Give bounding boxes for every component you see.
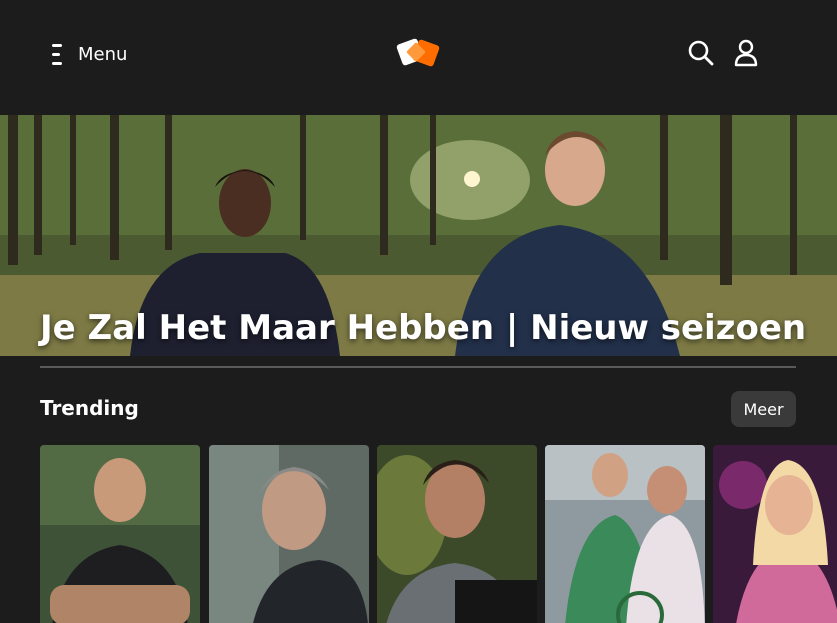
search-button[interactable] bbox=[686, 38, 716, 68]
trending-card-5[interactable] bbox=[713, 445, 837, 623]
npo-start-logo[interactable] bbox=[395, 36, 441, 70]
trending-card-3[interactable] bbox=[377, 445, 537, 623]
user-icon bbox=[734, 39, 758, 67]
menu-label: Menu bbox=[78, 43, 128, 65]
trending-card-2[interactable] bbox=[209, 445, 369, 623]
hero-title[interactable]: Je Zal Het Maar Hebben | Nieuw seizoen bbox=[40, 308, 806, 348]
trending-card-4[interactable] bbox=[545, 445, 705, 623]
top-navigation-bar: Menu bbox=[0, 0, 837, 115]
trending-card-1[interactable] bbox=[40, 445, 200, 623]
more-button[interactable]: Meer bbox=[731, 391, 796, 427]
account-button[interactable] bbox=[731, 38, 761, 68]
trending-carousel bbox=[40, 445, 837, 623]
menu-button[interactable]: Menu bbox=[52, 40, 127, 68]
menu-icon bbox=[52, 43, 64, 65]
search-icon bbox=[688, 40, 714, 66]
section-divider bbox=[40, 366, 796, 368]
trending-title: Trending bbox=[40, 396, 139, 420]
hero-banner[interactable]: Je Zal Het Maar Hebben | Nieuw seizoen bbox=[0, 115, 837, 356]
